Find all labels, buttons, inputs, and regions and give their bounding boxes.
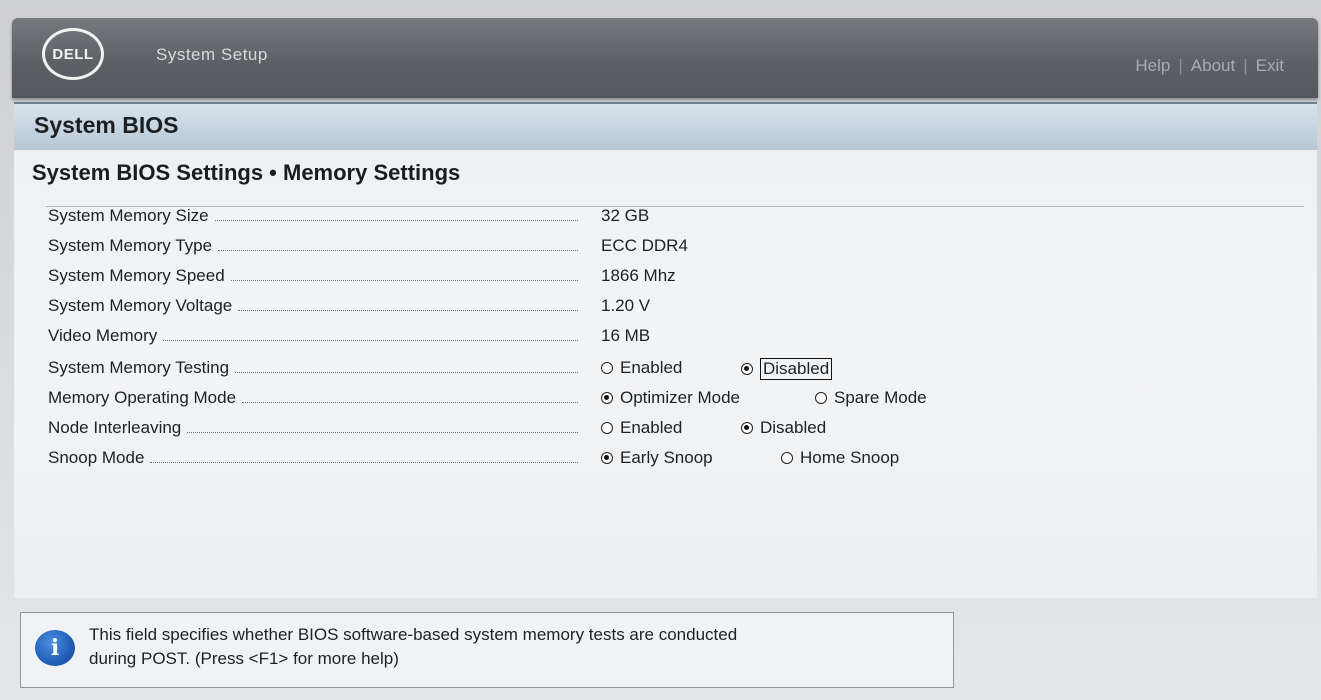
- page-title: System BIOS Settings • Memory Settings: [32, 160, 461, 185]
- setting-value: 1.20 V: [601, 296, 651, 315]
- leader-dots: [230, 279, 578, 281]
- section-title: System BIOS: [34, 112, 179, 138]
- section-bar: System BIOS: [14, 102, 1317, 152]
- setting-row-operating-mode: Memory Operating Mode Optimizer Mode Spa…: [48, 388, 1048, 414]
- app-title: System Setup: [156, 45, 268, 64]
- dell-logo: DELL: [42, 28, 104, 80]
- option-label: Spare Mode: [834, 388, 927, 407]
- option-label: Enabled: [620, 358, 683, 377]
- radio-button-selected[interactable]: [741, 363, 753, 375]
- option-label: Disabled: [760, 418, 827, 437]
- radio-button[interactable]: [601, 422, 613, 434]
- setting-row-memory-speed: System Memory Speed 1866 Mhz: [48, 266, 1048, 292]
- leader-dots: [235, 371, 578, 373]
- setting-label: System Memory Type: [48, 236, 213, 255]
- setting-label: System Memory Testing: [48, 358, 230, 377]
- option-label: Home Snoop: [800, 448, 900, 467]
- setting-label: Memory Operating Mode: [48, 388, 237, 407]
- header-bar: DELL System Setup Help | About | Exit: [12, 18, 1318, 98]
- about-link[interactable]: About: [1191, 56, 1235, 76]
- setting-label: System Memory Speed: [48, 266, 225, 285]
- radio-option-home-snoop[interactable]: Home Snoop: [781, 448, 899, 468]
- leader-dots: [150, 461, 578, 463]
- radio-button-selected[interactable]: [601, 452, 613, 464]
- setting-label: System Memory Size: [48, 206, 209, 225]
- option-label: Early Snoop: [620, 448, 713, 467]
- help-text: This field specifies whether BIOS softwa…: [89, 623, 939, 671]
- setting-row-memory-voltage: System Memory Voltage 1.20 V: [48, 296, 1048, 322]
- setting-row-snoop-mode: Snoop Mode Early Snoop Home Snoop: [48, 448, 1048, 474]
- help-text-line: during POST. (Press <F1> for more help): [89, 649, 399, 668]
- option-label: Enabled: [620, 418, 683, 437]
- help-text-line: This field specifies whether BIOS softwa…: [89, 625, 738, 644]
- info-icon: i: [35, 630, 75, 666]
- radio-button[interactable]: [781, 452, 793, 464]
- setting-row-memory-size: System Memory Size 32 GB: [48, 206, 1048, 232]
- option-label: Optimizer Mode: [620, 388, 740, 407]
- setting-label: Node Interleaving: [48, 418, 182, 437]
- leader-dots: [242, 401, 578, 403]
- settings-panel: System BIOS Settings • Memory Settings S…: [14, 150, 1317, 598]
- setting-value: 16 MB: [601, 326, 651, 345]
- help-box: i This field specifies whether BIOS soft…: [20, 612, 954, 688]
- help-link[interactable]: Help: [1135, 56, 1170, 76]
- radio-option-spare[interactable]: Spare Mode: [815, 388, 927, 408]
- setting-row-memory-testing: System Memory Testing Enabled Disabled: [48, 358, 1048, 384]
- link-separator: |: [1178, 56, 1183, 75]
- setting-label: Snoop Mode: [48, 448, 145, 467]
- setting-value: 1866 Mhz: [601, 266, 676, 285]
- bios-window: DELL System Setup Help | About | Exit Sy…: [0, 0, 1321, 700]
- header-links: Help | About | Exit: [1135, 56, 1284, 76]
- radio-button-selected[interactable]: [601, 392, 613, 404]
- exit-link[interactable]: Exit: [1256, 56, 1284, 76]
- radio-option-enabled[interactable]: Enabled: [601, 418, 682, 438]
- setting-row-memory-type: System Memory Type ECC DDR4: [48, 236, 1048, 262]
- radio-button-selected[interactable]: [741, 422, 753, 434]
- setting-value: ECC DDR4: [601, 236, 688, 255]
- leader-dots: [214, 219, 578, 221]
- radio-button[interactable]: [601, 362, 613, 374]
- radio-option-optimizer[interactable]: Optimizer Mode: [601, 388, 740, 408]
- setting-label: Video Memory: [48, 326, 158, 345]
- radio-option-disabled[interactable]: Disabled: [741, 358, 833, 380]
- radio-option-disabled[interactable]: Disabled: [741, 418, 826, 438]
- link-separator: |: [1243, 56, 1248, 75]
- leader-dots: [218, 249, 578, 251]
- leader-dots: [163, 339, 578, 341]
- leader-dots: [187, 431, 578, 433]
- radio-option-enabled[interactable]: Enabled: [601, 358, 682, 378]
- radio-option-early-snoop[interactable]: Early Snoop: [601, 448, 713, 468]
- radio-button[interactable]: [815, 392, 827, 404]
- setting-row-node-interleaving: Node Interleaving Enabled Disabled: [48, 418, 1048, 444]
- option-label-focused: Disabled: [760, 358, 833, 380]
- setting-label: System Memory Voltage: [48, 296, 233, 315]
- setting-row-video-memory: Video Memory 16 MB: [48, 326, 1048, 352]
- setting-value: 32 GB: [601, 206, 650, 225]
- leader-dots: [238, 309, 578, 311]
